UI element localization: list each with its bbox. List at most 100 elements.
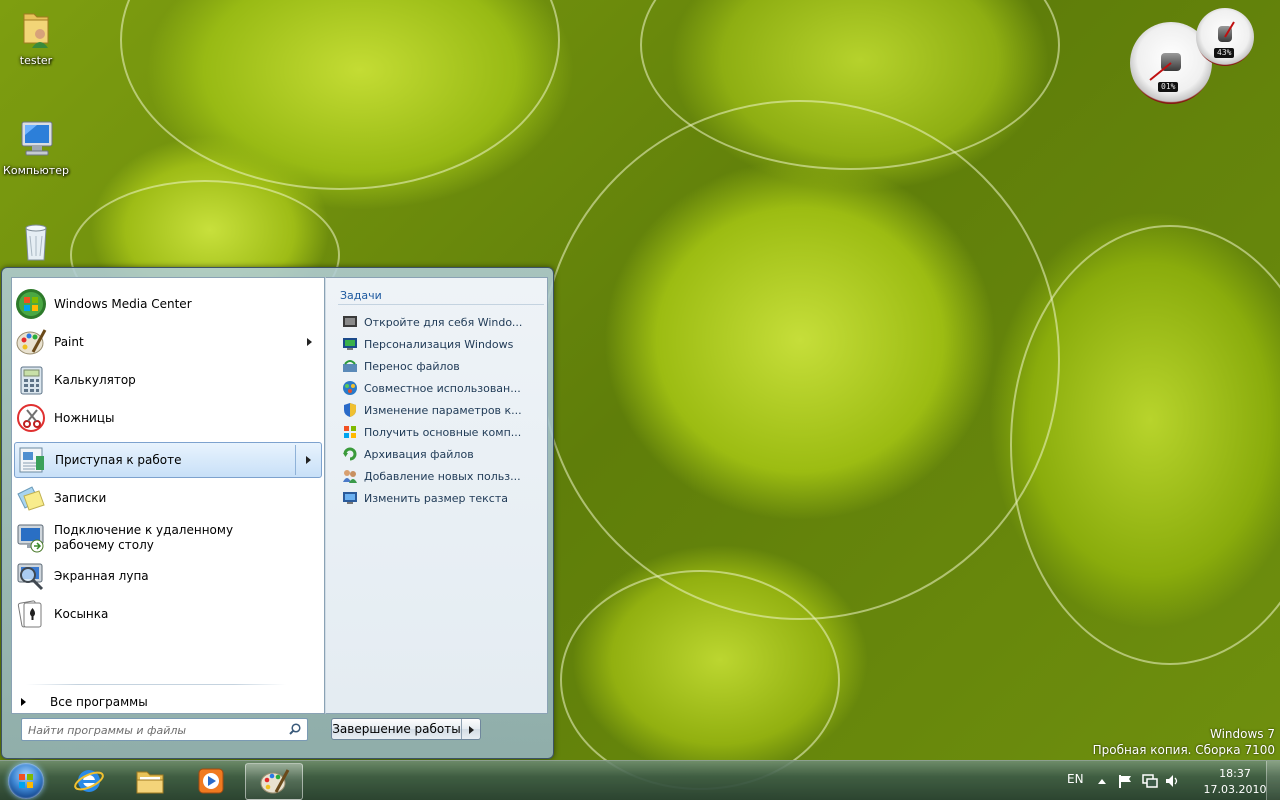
all-programs-button[interactable]: Все программы	[21, 693, 161, 711]
getting-started-icon	[16, 444, 48, 476]
program-calculator[interactable]: Калькулятор	[14, 362, 322, 398]
task-label: Перенос файлов	[364, 359, 460, 373]
task-label: Изменение параметров к...	[364, 403, 522, 417]
network-icon[interactable]	[1142, 773, 1158, 789]
sticky-notes-icon	[15, 482, 47, 514]
task-label: Изменить размер текста	[364, 491, 509, 505]
media-player-icon	[195, 766, 227, 796]
program-paint[interactable]: Paint	[14, 324, 322, 360]
transfer-files-icon	[342, 358, 358, 374]
task-homegroup[interactable]: Совместное использован...	[342, 378, 542, 398]
clock-time: 18:37	[1219, 767, 1251, 780]
desktop-icon-label: tester	[19, 54, 53, 67]
taskbar-windows-explorer[interactable]	[121, 763, 179, 800]
user-folder-icon	[14, 8, 58, 52]
shutdown-options-arrow-icon[interactable]	[461, 719, 480, 739]
submenu-arrow-icon[interactable]	[306, 456, 311, 464]
program-snipping-tool[interactable]: Ножницы	[14, 400, 322, 436]
memory-dial: 43%	[1196, 8, 1254, 66]
windows-media-center-icon	[15, 288, 47, 320]
volume-icon[interactable]	[1164, 773, 1180, 789]
remote-desktop-icon	[15, 522, 47, 554]
language-indicator[interactable]: EN	[1067, 772, 1084, 786]
solitaire-icon	[15, 598, 47, 630]
program-solitaire[interactable]: Косынка	[14, 596, 322, 632]
clock[interactable]: 18:37 17.03.2010	[1200, 766, 1270, 798]
recycle-bin-icon	[14, 220, 58, 264]
arrow-right-icon	[21, 698, 26, 706]
program-label: Подключение к удаленному рабочему столу	[54, 523, 234, 552]
taskbar-media-player[interactable]	[182, 763, 240, 800]
task-text-size[interactable]: Изменить размер текста	[342, 488, 542, 508]
task-label: Добавление новых польз...	[364, 469, 521, 483]
task-windows-essentials[interactable]: Получить основные комп...	[342, 422, 542, 442]
magnifier-icon	[15, 560, 47, 592]
calculator-icon	[15, 364, 47, 396]
programs-separator	[26, 684, 286, 685]
program-label: Калькулятор	[54, 372, 136, 387]
desktop-icon-recycle-bin[interactable]	[0, 220, 74, 266]
wallpaper-leaf	[560, 570, 840, 790]
search-icon[interactable]	[289, 723, 301, 735]
uac-shield-icon	[342, 402, 358, 418]
submenu-split	[295, 445, 296, 475]
system-tray: EN 18:37 17.03.2010	[1060, 761, 1280, 800]
paint-icon	[259, 767, 291, 797]
cpu-readout: 01%	[1158, 82, 1179, 92]
task-label: Совместное использован...	[364, 381, 521, 395]
program-label: Paint	[54, 334, 84, 349]
watermark-line: Windows 7	[1209, 727, 1275, 741]
program-getting-started[interactable]: Приступая к работе	[14, 442, 322, 478]
search-box[interactable]	[21, 718, 308, 741]
personalize-icon	[342, 336, 358, 352]
submenu-arrow-icon	[307, 338, 312, 346]
wallpaper-leaf	[120, 0, 560, 190]
paint-icon	[15, 326, 47, 358]
desktop-icon-tester[interactable]: tester	[0, 8, 74, 67]
action-center-flag-icon[interactable]	[1118, 774, 1134, 788]
task-discover-windows[interactable]: Откройте для себя Windo...	[342, 312, 542, 332]
program-label: Windows Media Center	[54, 296, 192, 311]
task-add-users[interactable]: Добавление новых польз...	[342, 466, 542, 486]
taskbar: EN 18:37 17.03.2010	[0, 760, 1280, 800]
internet-explorer-icon	[73, 766, 105, 796]
folder-icon	[134, 766, 166, 796]
discover-windows-icon	[342, 314, 358, 330]
task-label: Персонализация Windows	[364, 337, 514, 351]
desktop-icon-label: Компьютер	[3, 164, 69, 177]
task-personalize[interactable]: Персонализация Windows	[342, 334, 542, 354]
program-label: Экранная лупа	[54, 568, 149, 583]
shutdown-button[interactable]: Завершение работы	[332, 719, 461, 739]
search-input[interactable]	[28, 722, 278, 738]
tasks-divider	[338, 304, 544, 305]
programs-pane: Windows Media Center Paint Калькулятор Н…	[11, 277, 325, 714]
shutdown-button-group: Завершение работы	[331, 718, 481, 740]
task-uac-settings[interactable]: Изменение параметров к...	[342, 400, 542, 420]
program-magnifier[interactable]: Экранная лупа	[14, 558, 322, 594]
taskbar-internet-explorer[interactable]	[60, 763, 118, 800]
program-label: Косынка	[54, 606, 109, 621]
computer-icon	[14, 118, 58, 162]
taskbar-paint[interactable]	[245, 763, 303, 800]
start-menu: Windows Media Center Paint Калькулятор Н…	[1, 267, 554, 759]
program-label: Приступая к работе	[55, 452, 182, 467]
memory-readout: 43%	[1214, 48, 1235, 58]
task-label: Откройте для себя Windo...	[364, 315, 523, 329]
task-backup[interactable]: Архивация файлов	[342, 444, 542, 464]
backup-icon	[342, 446, 358, 462]
program-remote-desktop[interactable]: Подключение к удаленному рабочему столу	[14, 518, 322, 558]
all-programs-label: Все программы	[50, 695, 148, 709]
show-desktop-button[interactable]	[1266, 761, 1280, 800]
task-transfer-files[interactable]: Перенос файлов	[342, 356, 542, 376]
start-button[interactable]	[4, 762, 48, 800]
tasks-pane: Задачи Откройте для себя Windo... Персон…	[325, 277, 548, 714]
text-size-icon	[342, 490, 358, 506]
program-windows-media-center[interactable]: Windows Media Center	[14, 286, 322, 322]
build-watermark: Windows 7 Пробная копия. Сборка 7100	[1093, 726, 1275, 758]
program-sticky-notes[interactable]: Записки	[14, 480, 322, 516]
homegroup-icon	[342, 380, 358, 396]
windows-flag-icon	[342, 424, 358, 440]
cpu-meter-gadget[interactable]: 01% 43%	[1130, 8, 1256, 104]
desktop-icon-computer[interactable]: Компьютер	[0, 118, 74, 177]
show-hidden-icons-icon[interactable]	[1098, 778, 1106, 784]
